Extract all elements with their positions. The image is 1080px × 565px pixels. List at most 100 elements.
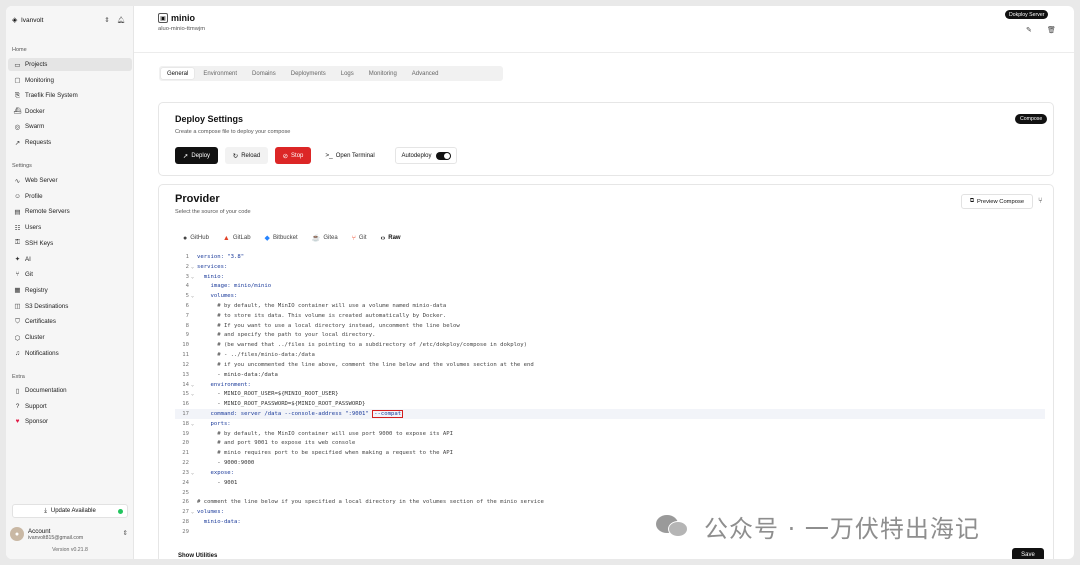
autodeploy-toggle[interactable] (435, 151, 451, 160)
sidebar-item-users[interactable]: ☷ Users (8, 221, 132, 234)
code-line: 17 command: server /data --console-addre… (175, 409, 1045, 419)
sidebar-item-docker[interactable]: ⛴ Docker (8, 105, 132, 118)
edit-icon[interactable]: ✎ (1026, 26, 1032, 34)
provider-tab-gitlab[interactable]: ▲ GitLab (223, 232, 251, 244)
sidebar-item-label: Web Server (25, 177, 58, 184)
provider-tab-gitea[interactable]: ☕ Gitea (312, 232, 338, 244)
open-terminal-button[interactable]: >_ Open Terminal (319, 147, 381, 164)
tab-domains[interactable]: Domains (246, 68, 282, 79)
line-number: 25 (182, 489, 189, 496)
line-number: 21 (182, 450, 189, 457)
sidebar-item-support[interactable]: ? Support (8, 400, 132, 413)
line-number: 26 (182, 499, 189, 506)
sidebar-item-registry[interactable]: ▦ Registry (8, 284, 132, 297)
code-line: 1 version: "3.8" (175, 252, 1045, 262)
line-number: 6 (185, 303, 189, 309)
server-badge: Dokploy Server (1005, 10, 1049, 19)
sidebar-item-label: Swarm (25, 123, 45, 131)
docker-icon: ⛴ (13, 108, 22, 116)
sidebar-item-notifications[interactable]: ♫ Notifications (8, 347, 132, 360)
account-menu[interactable]: ● Account ivanvolt815@gmail.com ⇕ (10, 524, 130, 544)
code-text: volumes: (197, 509, 224, 516)
code-text: - minio-data:/data (197, 371, 278, 378)
code-line: 12 # if you uncommented the line above, … (175, 360, 1045, 370)
sidebar-item-ai[interactable]: ✦ AI (8, 253, 132, 266)
sidebar-item-sponsor[interactable]: ♥ Sponsor (8, 415, 132, 428)
deploy-label: Deploy (191, 152, 211, 159)
monitor-icon: ▢ (14, 77, 21, 85)
sidebar-item-label: Traefik File System (25, 92, 78, 100)
bell-icon[interactable]: 🔔︎ (114, 16, 128, 24)
org-switcher[interactable]: ◈ Ivanvolt ⇕ 🔔︎ (12, 14, 128, 26)
sidebar-item-monitoring[interactable]: ▢ Monitoring (8, 74, 132, 87)
provider-tab-git[interactable]: ⑂ Git (352, 232, 367, 244)
sidebar-item-git[interactable]: ⑂ Git (8, 268, 132, 281)
line-number: 16 (182, 401, 189, 408)
tab-environment[interactable]: Environment (197, 68, 243, 79)
help-icon: ? (15, 402, 20, 410)
line-number: 5 (185, 293, 189, 300)
tab-monitoring[interactable]: Monitoring (363, 68, 403, 79)
code-text: # comment the line below if you specifie… (197, 499, 544, 506)
preview-compose-button[interactable]: ⧉ Preview Compose (961, 194, 1033, 209)
sidebar-item-ssh-keys[interactable]: ⚿ SSH Keys (8, 237, 132, 250)
sidebar-item-requests[interactable]: ↗ Requests (8, 136, 132, 149)
avatar: ● (10, 527, 24, 541)
reload-button[interactable]: ↻ Reload (225, 147, 268, 164)
tab-deployments[interactable]: Deployments (285, 68, 332, 79)
line-number: 29 (182, 528, 189, 535)
code-editor[interactable]: 1 version: "3.8" 2 ⌄ services: 3 ⌄ minio: 4 ima… (175, 252, 1045, 542)
sidebar-item-documentation[interactable]: ▯ Documentation (8, 384, 132, 397)
sidebar-item-traefik-file-system[interactable]: ⎘ Traefik File System (8, 89, 132, 102)
section-home: Home (12, 47, 27, 53)
book-icon: ▯ (15, 387, 20, 395)
provider-tab-github[interactable]: ● GitHub (183, 232, 209, 244)
tab-logs[interactable]: Logs (335, 68, 360, 79)
cluster-icon: ⬡ (14, 334, 21, 342)
code-line: 5 ⌄ volumes: (175, 291, 1045, 301)
sidebar-item-projects[interactable]: ▭ Projects (8, 58, 132, 71)
git-branch-icon[interactable]: ⑂ (1038, 196, 1043, 205)
code-line: 4 image: minio/minio (175, 281, 1045, 291)
provider-subtitle: Select the source of your code (175, 209, 251, 215)
update-indicator-dot (118, 509, 123, 514)
line-number: 24 (182, 479, 189, 486)
code-line: 11 # - ../files/minio-data:/data (175, 350, 1045, 360)
show-utilities-toggle[interactable]: Show Utilities (178, 553, 217, 559)
line-number: 12 (182, 361, 189, 368)
tab-advanced[interactable]: Advanced (406, 68, 445, 79)
chevron-updown-icon[interactable]: ⇕ (100, 16, 114, 24)
code-text: version: "3.8" (197, 253, 245, 260)
app-window: ◈ Ivanvolt ⇕ 🔔︎ Home ▭ Projects ▢ Monitorin… (6, 6, 1074, 559)
save-button[interactable]: Save (1012, 548, 1044, 559)
sidebar-item-cluster[interactable]: ⬡ Cluster (8, 331, 132, 344)
preview-label: Preview Compose (977, 198, 1025, 205)
sidebar-item-profile[interactable]: ☺ Profile (8, 190, 132, 203)
line-number: 8 (185, 322, 189, 329)
sidebar-item-swarm[interactable]: ◎ Swarm (8, 120, 132, 133)
watermark-text: 公众号 · 一万伏特出海记 (704, 514, 980, 543)
provider-tab-raw[interactable]: ‹› Raw (381, 232, 401, 244)
sidebar-item-label: Docker (25, 107, 45, 115)
terminal-icon: >_ (325, 152, 333, 159)
tab-general[interactable]: General (161, 68, 195, 79)
page-title: ▣ minio (158, 13, 195, 23)
trash-icon[interactable]: 🗑︎ (1047, 26, 1056, 34)
provider-tab-bitbucket[interactable]: ◆ Bitbucket (265, 232, 298, 244)
terminal-label: Open Terminal (335, 152, 375, 159)
sidebar-item-s3-destinations[interactable]: ◫ S3 Destinations (8, 300, 132, 313)
provider-card: Provider Select the source of your code … (158, 184, 1054, 559)
stop-icon: ⊘ (282, 152, 289, 160)
update-available-button[interactable]: ⤓ Update Available (12, 504, 128, 518)
git-icon: ⑂ (351, 234, 356, 242)
line-number: 18 (182, 420, 189, 427)
sidebar-item-certificates[interactable]: ⛉ Certificates (8, 315, 132, 328)
stop-button[interactable]: ⊘ Stop (275, 147, 311, 164)
code-line: 26 # comment the line below if you specif… (175, 498, 1045, 508)
provider-tab-label: GitLab (232, 235, 251, 241)
refresh-icon: ↻ (232, 152, 239, 160)
sidebar-item-web-server[interactable]: ∿ Web Server (8, 174, 132, 187)
sidebar-item-remote-servers[interactable]: ▤ Remote Servers (8, 205, 132, 218)
deploy-button[interactable]: ➚ Deploy (175, 147, 218, 164)
provider-tab-label: Raw (388, 235, 401, 241)
